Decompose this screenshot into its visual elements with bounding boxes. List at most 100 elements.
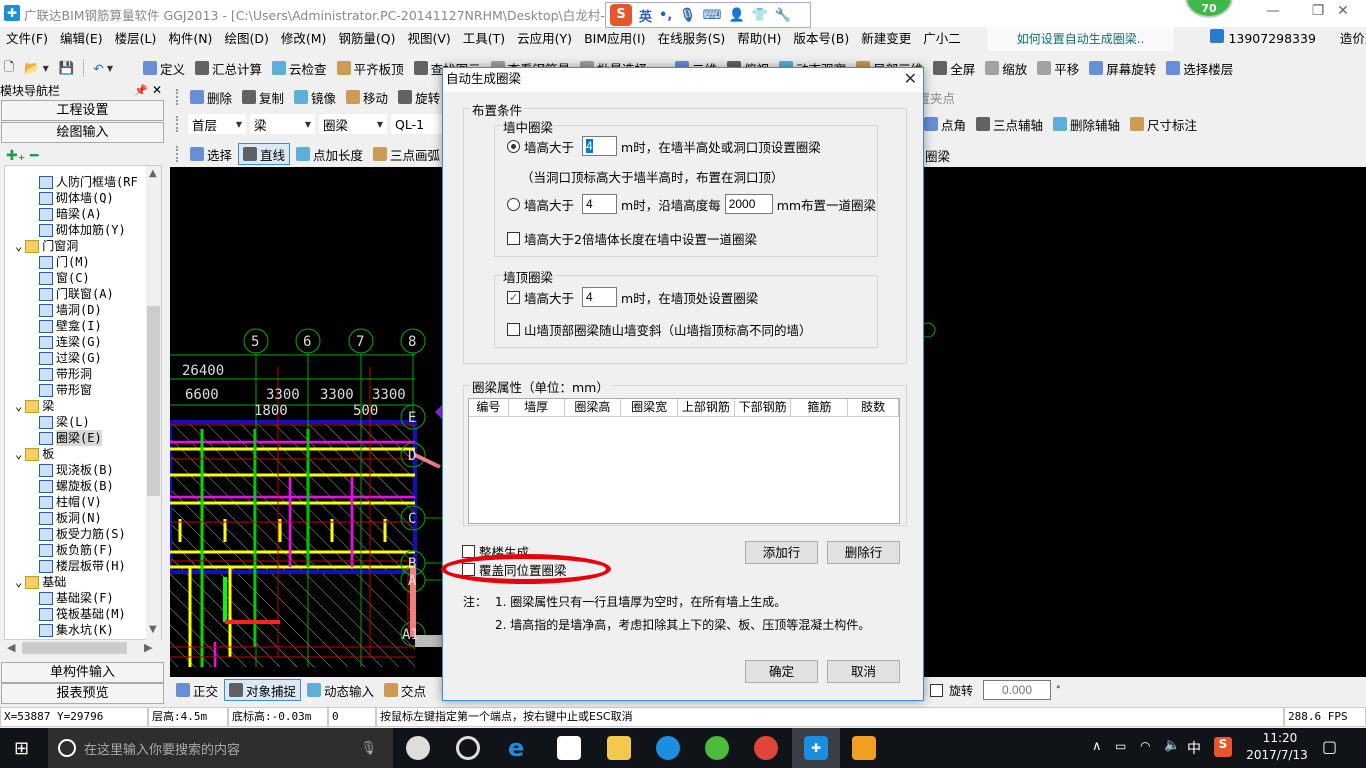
draw-button-0[interactable]: 选择 bbox=[186, 143, 236, 165]
tb1-button-2[interactable]: 云检查 bbox=[268, 57, 331, 79]
save-button[interactable]: 💾 bbox=[55, 57, 79, 79]
edit-button-3[interactable]: 移动 bbox=[342, 86, 392, 108]
double-length-checkbox[interactable] bbox=[507, 232, 520, 245]
spacing-input[interactable]: 2000 bbox=[724, 194, 773, 214]
tree-item[interactable]: ⌄ 梁 bbox=[15, 398, 54, 414]
menu-item-12[interactable]: 帮助(H) bbox=[731, 28, 787, 50]
snap-button-1[interactable]: 对象捕捉 bbox=[224, 679, 302, 701]
menu-item-2[interactable]: 楼层(L) bbox=[109, 28, 163, 50]
drawing-input-button[interactable]: 绘图输入 bbox=[1, 122, 164, 143]
tree-item[interactable]: 基础梁(F) bbox=[39, 590, 114, 606]
tree-item[interactable]: 楼层板带(H) bbox=[39, 558, 126, 574]
punctuation-icon[interactable]: •, bbox=[659, 8, 672, 23]
axis-button-2[interactable]: 删除辅轴 bbox=[1049, 113, 1124, 135]
tree-item[interactable]: 门联窗(A) bbox=[39, 286, 114, 302]
tree-vertical-scrollbar[interactable]: ▲ ▼ bbox=[146, 166, 161, 640]
wall-top-height-input[interactable]: 4 bbox=[582, 287, 618, 307]
microphone-icon[interactable]: 🎙 bbox=[360, 741, 377, 756]
microphone-icon[interactable]: 🎙 bbox=[679, 8, 696, 23]
tree-item[interactable]: 带形窗 bbox=[39, 382, 92, 398]
report-preview-button[interactable]: 报表预览 bbox=[1, 683, 164, 704]
edge-icon[interactable]: e bbox=[508, 736, 532, 760]
type-dropdown[interactable]: 梁 ▼ bbox=[250, 114, 315, 134]
close-button[interactable]: ✕ bbox=[1320, 0, 1366, 24]
snap-button-0[interactable]: 正交 bbox=[172, 679, 222, 701]
tree-item[interactable]: ⌄ 基础 bbox=[15, 574, 66, 590]
snap-button-3[interactable]: 交点 bbox=[380, 679, 430, 701]
ime-toolbar[interactable]: S 英 •, 🎙 ⌨ 👤 👕 🔧 bbox=[605, 2, 811, 28]
draw-button-1[interactable]: 直线 bbox=[238, 143, 291, 165]
menu-item-5[interactable]: 修改(M) bbox=[275, 28, 333, 50]
cancel-button[interactable]: 取消 bbox=[827, 660, 900, 683]
clock[interactable]: 11:20 2017/7/13 bbox=[1246, 731, 1310, 762]
browser-app-icon[interactable] bbox=[456, 736, 480, 760]
tb1r-button-5[interactable]: 缩放 bbox=[981, 57, 1031, 79]
tree-item[interactable]: 梁(L) bbox=[39, 414, 90, 430]
wall-top-checkbox[interactable]: ✓ bbox=[507, 290, 520, 304]
scroll-left-icon[interactable]: ◀ bbox=[7, 641, 15, 654]
tree-item[interactable]: 板洞(N) bbox=[39, 510, 102, 526]
glodon-app-icon[interactable] bbox=[656, 736, 680, 760]
tree-item[interactable]: 柱帽(V) bbox=[39, 494, 102, 510]
column-header[interactable]: 下部钢筋 bbox=[734, 399, 792, 416]
tree-item[interactable]: 人防门框墙(RF bbox=[39, 174, 138, 190]
pin-icon[interactable]: 📌 bbox=[134, 84, 148, 97]
column-header[interactable]: 肢数 bbox=[848, 399, 899, 416]
edit-button-4[interactable]: 旋转 bbox=[394, 86, 444, 108]
dialog-close-button[interactable]: ✕ bbox=[904, 68, 917, 90]
tb1-button-1[interactable]: 汇总计算 bbox=[191, 57, 266, 79]
menu-item-4[interactable]: 绘图(D) bbox=[218, 28, 274, 50]
scroll-thumb[interactable] bbox=[22, 642, 127, 654]
column-header[interactable]: 圈梁宽 bbox=[621, 399, 679, 416]
ggj-app-icon[interactable]: ✚ bbox=[804, 736, 828, 760]
battery-icon[interactable]: ▭ bbox=[1115, 739, 1126, 753]
draw-button-2[interactable]: 点加长度 bbox=[292, 143, 367, 165]
account-menu[interactable]: 13907298339 bbox=[1204, 28, 1321, 50]
tb1r-button-4[interactable]: 全屏 bbox=[929, 57, 979, 79]
column-header[interactable]: 箍筋 bbox=[791, 399, 849, 416]
open-file-button[interactable]: 📂 ▼ bbox=[20, 57, 53, 79]
tree-item[interactable]: 墙洞(D) bbox=[39, 302, 102, 318]
fan-app-icon[interactable] bbox=[406, 736, 430, 760]
tree-item[interactable]: 砌体墙(Q) bbox=[39, 190, 114, 206]
menu-item-13[interactable]: 版本号(B) bbox=[787, 28, 855, 50]
tree-item[interactable]: 窗(C) bbox=[39, 270, 90, 286]
show-hidden-icons[interactable]: ∧ bbox=[1092, 739, 1102, 754]
tree-item[interactable]: 板负筋(F) bbox=[39, 542, 114, 558]
edit-button-0[interactable]: 删除 bbox=[186, 86, 236, 108]
close-icon[interactable]: ✕ bbox=[152, 83, 162, 97]
menu-item-3[interactable]: 构件(N) bbox=[162, 28, 218, 50]
tree-item[interactable]: 集水坑(K) bbox=[39, 622, 114, 638]
expand-all-icon[interactable]: ✚₊ ━ bbox=[6, 148, 38, 164]
menu-item-6[interactable]: 钢筋量(Q) bbox=[332, 28, 401, 50]
notification-icon[interactable]: ▢ bbox=[1322, 737, 1337, 756]
tree-item[interactable]: 筏板基础(M) bbox=[39, 606, 126, 622]
ime-mode[interactable]: 英 bbox=[639, 6, 652, 25]
shirt-icon[interactable]: 👕 bbox=[752, 8, 768, 23]
red-app-icon[interactable] bbox=[754, 736, 778, 760]
option-interval-radio[interactable] bbox=[507, 197, 520, 211]
wrench-icon[interactable]: 🔧 bbox=[775, 8, 791, 23]
user-icon[interactable]: 👤 bbox=[729, 8, 745, 23]
minimize-button[interactable]: — bbox=[1250, 0, 1296, 24]
chevron-down-icon[interactable]: ⌄ bbox=[15, 574, 22, 590]
menu-item-10[interactable]: BIM应用(I) bbox=[578, 28, 652, 50]
subtype-dropdown[interactable]: 圈梁 ▼ bbox=[319, 114, 387, 134]
store-icon[interactable] bbox=[557, 736, 581, 760]
wall-height-input-1[interactable]: 4 bbox=[586, 139, 593, 153]
axis-button-1[interactable]: 三点辅轴 bbox=[972, 113, 1047, 135]
rotate-checkbox[interactable] bbox=[930, 683, 943, 697]
notes-app-icon[interactable] bbox=[852, 736, 876, 760]
tree-item[interactable]: 带形洞 bbox=[39, 366, 92, 382]
menu-item-8[interactable]: 工具(T) bbox=[457, 28, 511, 50]
ok-button[interactable]: 确定 bbox=[745, 660, 818, 683]
menu-item-11[interactable]: 在线服务(S) bbox=[652, 28, 732, 50]
green-app-icon[interactable] bbox=[705, 736, 729, 760]
snap-button-2[interactable]: 动态输入 bbox=[303, 679, 378, 701]
tree-item[interactable]: 圈梁(E) bbox=[39, 430, 102, 446]
tb1r-button-8[interactable]: 选择楼层 bbox=[1162, 57, 1237, 79]
tb1r-button-7[interactable]: 屏幕旋转 bbox=[1085, 57, 1160, 79]
axis-button-0[interactable]: 点角 bbox=[920, 113, 970, 135]
speed-widget[interactable]: 70 bbox=[1185, 0, 1233, 18]
floor-dropdown[interactable]: 首层 ▼ bbox=[188, 114, 246, 134]
